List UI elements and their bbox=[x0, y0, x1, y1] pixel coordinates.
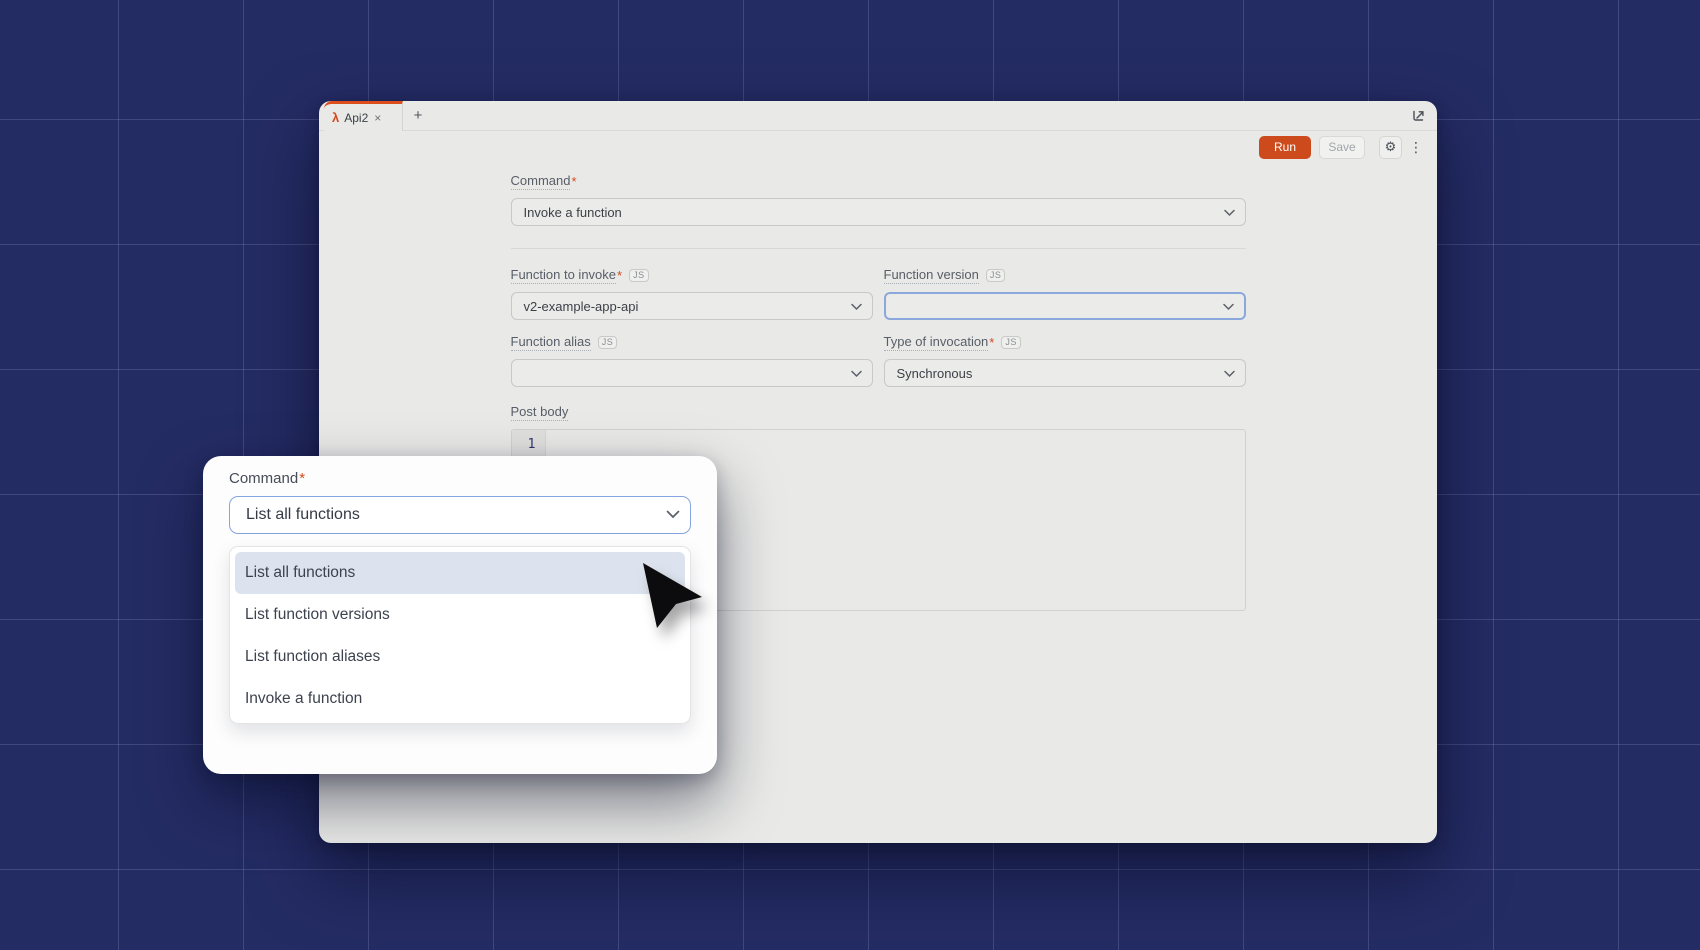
required-asterisk: * bbox=[617, 268, 622, 283]
js-badge: JS bbox=[1001, 336, 1021, 349]
section-divider bbox=[511, 248, 1246, 249]
chevron-down-icon bbox=[851, 299, 862, 314]
tab-api2[interactable]: λ Api2 × bbox=[324, 101, 403, 131]
field-function-to-invoke: Function to invoke*JS v2-example-app-api bbox=[511, 267, 873, 320]
settings-gear-button[interactable]: ⚙ bbox=[1379, 136, 1402, 159]
more-options-button[interactable]: ⋮ bbox=[1408, 136, 1424, 159]
chevron-down-icon bbox=[1224, 205, 1235, 220]
close-tab-icon[interactable]: × bbox=[374, 111, 381, 125]
command-select[interactable]: Invoke a function bbox=[511, 198, 1246, 226]
tab-bar: λ Api2 × + bbox=[319, 101, 1437, 131]
js-badge: JS bbox=[598, 336, 618, 349]
query-toolbar: Run Save ⚙ ⋮ bbox=[319, 131, 1437, 163]
popup-command-label: Command* bbox=[229, 470, 691, 487]
required-asterisk: * bbox=[571, 174, 576, 189]
new-tab-button[interactable]: + bbox=[403, 101, 433, 130]
chevron-down-icon bbox=[666, 506, 680, 524]
dropdown-option[interactable]: List function versions bbox=[235, 594, 685, 636]
type-of-invocation-label: Type of invocation*JS bbox=[884, 334, 1246, 351]
function-to-invoke-label: Function to invoke*JS bbox=[511, 267, 873, 284]
command-dropdown-popup: Command* List all functions List all fun… bbox=[203, 456, 717, 774]
function-to-invoke-select[interactable]: v2-example-app-api bbox=[511, 292, 873, 320]
gear-icon: ⚙ bbox=[1385, 139, 1397, 155]
run-button[interactable]: Run bbox=[1259, 136, 1311, 159]
dropdown-option[interactable]: Invoke a function bbox=[235, 678, 685, 720]
function-version-select[interactable] bbox=[884, 292, 1246, 320]
field-type-of-invocation: Type of invocation*JS Synchronous bbox=[884, 334, 1246, 387]
js-badge: JS bbox=[629, 269, 649, 282]
chevron-down-icon bbox=[1224, 366, 1235, 381]
dropdown-list: List all functionsList function versions… bbox=[229, 546, 691, 724]
function-alias-select[interactable] bbox=[511, 359, 873, 387]
collapse-panel-icon[interactable] bbox=[1409, 106, 1427, 124]
function-alias-label: Function aliasJS bbox=[511, 334, 873, 351]
function-version-label: Function versionJS bbox=[884, 267, 1246, 284]
field-function-alias: Function aliasJS bbox=[511, 334, 873, 387]
required-asterisk: * bbox=[299, 470, 305, 487]
post-body-label: Post body bbox=[511, 404, 1246, 421]
command-label: Command* bbox=[511, 173, 1246, 190]
line-number: 1 bbox=[512, 430, 545, 452]
required-asterisk: * bbox=[989, 335, 994, 350]
chevron-down-icon bbox=[851, 366, 862, 381]
lambda-icon: λ bbox=[332, 111, 339, 124]
field-function-version: Function versionJS bbox=[884, 267, 1246, 320]
save-button[interactable]: Save bbox=[1319, 136, 1365, 159]
popup-command-select[interactable]: List all functions bbox=[229, 496, 691, 534]
tab-title: Api2 bbox=[344, 111, 368, 125]
dropdown-option[interactable]: List function aliases bbox=[235, 636, 685, 678]
js-badge: JS bbox=[986, 269, 1006, 282]
dropdown-option[interactable]: List all functions bbox=[235, 552, 685, 594]
type-of-invocation-select[interactable]: Synchronous bbox=[884, 359, 1246, 387]
chevron-down-icon bbox=[1223, 299, 1234, 314]
kebab-icon: ⋮ bbox=[1409, 139, 1423, 156]
